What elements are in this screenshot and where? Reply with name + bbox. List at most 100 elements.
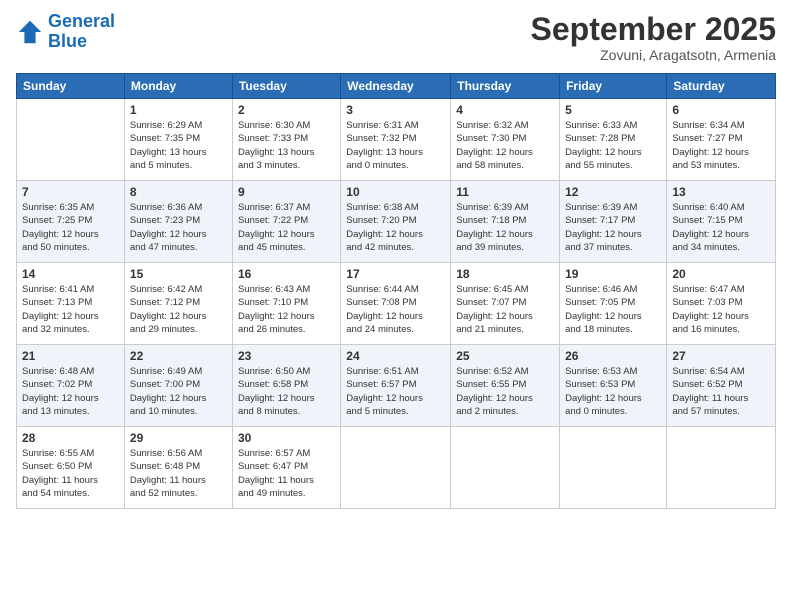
cell-date: 30 — [238, 431, 335, 445]
logo-icon — [16, 18, 44, 46]
page-container: General Blue September 2025 Zovuni, Arag… — [0, 0, 792, 517]
cell-info: Sunrise: 6:43 AM Sunset: 7:10 PM Dayligh… — [238, 283, 335, 336]
cell-date: 12 — [565, 185, 661, 199]
calendar-cell — [667, 427, 776, 509]
cell-info: Sunrise: 6:35 AM Sunset: 7:25 PM Dayligh… — [22, 201, 119, 254]
cell-date: 13 — [672, 185, 770, 199]
calendar-cell: 23 Sunrise: 6:50 AM Sunset: 6:58 PM Dayli… — [232, 345, 340, 427]
cell-info: Sunrise: 6:36 AM Sunset: 7:23 PM Dayligh… — [130, 201, 227, 254]
calendar-cell: 1Sunrise: 6:29 AM Sunset: 7:35 PM Daylig… — [124, 99, 232, 181]
cell-date: 7 — [22, 185, 119, 199]
calendar-cell: 16Sunrise: 6:43 AM Sunset: 7:10 PM Dayli… — [232, 263, 340, 345]
calendar-week-row: 1Sunrise: 6:29 AM Sunset: 7:35 PM Daylig… — [17, 99, 776, 181]
calendar-cell: 30 Sunrise: 6:57 AM Sunset: 6:47 PM Dayli… — [232, 427, 340, 509]
cell-info: Sunrise: 6:55 AM Sunset: 6:50 PM Dayligh… — [22, 447, 119, 500]
cell-info: Sunrise: 6:39 AM Sunset: 7:17 PM Dayligh… — [565, 201, 661, 254]
cell-date: 29 — [130, 431, 227, 445]
cell-date: 23 — [238, 349, 335, 363]
calendar-cell: 15 Sunrise: 6:42 AM Sunset: 7:12 PM Dayli… — [124, 263, 232, 345]
cell-info: Sunrise: 6:50 AM Sunset: 6:58 PM Dayligh… — [238, 365, 335, 418]
cell-info: Sunrise: 6:31 AM Sunset: 7:32 PM Dayligh… — [346, 119, 445, 172]
calendar-cell: 10Sunrise: 6:38 AM Sunset: 7:20 PM Dayli… — [341, 181, 451, 263]
cell-info: Sunrise: 6:49 AM Sunset: 7:00 PM Dayligh… — [130, 365, 227, 418]
calendar-cell: 4 Sunrise: 6:32 AM Sunset: 7:30 PM Daylig… — [451, 99, 560, 181]
cell-date: 9 — [238, 185, 335, 199]
cell-info: Sunrise: 6:32 AM Sunset: 7:30 PM Dayligh… — [456, 119, 554, 172]
cell-info: Sunrise: 6:46 AM Sunset: 7:05 PM Dayligh… — [565, 283, 661, 336]
cell-date: 21 — [22, 349, 119, 363]
calendar-cell: 22 Sunrise: 6:49 AM Sunset: 7:00 PM Dayli… — [124, 345, 232, 427]
cell-date: 18 — [456, 267, 554, 281]
calendar-cell: 20Sunrise: 6:47 AM Sunset: 7:03 PM Dayli… — [667, 263, 776, 345]
cell-date: 15 — [130, 267, 227, 281]
calendar-header-saturday: Saturday — [667, 74, 776, 99]
calendar-header-thursday: Thursday — [451, 74, 560, 99]
cell-info: Sunrise: 6:34 AM Sunset: 7:27 PM Dayligh… — [672, 119, 770, 172]
calendar-cell: 28Sunrise: 6:55 AM Sunset: 6:50 PM Dayli… — [17, 427, 125, 509]
calendar-cell: 9 Sunrise: 6:37 AM Sunset: 7:22 PM Daylig… — [232, 181, 340, 263]
logo-text: General Blue — [48, 12, 115, 52]
calendar-cell: 7 Sunrise: 6:35 AM Sunset: 7:25 PM Daylig… — [17, 181, 125, 263]
calendar-cell: 18 Sunrise: 6:45 AM Sunset: 7:07 PM Dayli… — [451, 263, 560, 345]
cell-info: Sunrise: 6:52 AM Sunset: 6:55 PM Dayligh… — [456, 365, 554, 418]
calendar-cell — [341, 427, 451, 509]
cell-date: 24 — [346, 349, 445, 363]
cell-date: 17 — [346, 267, 445, 281]
calendar-cell: 8 Sunrise: 6:36 AM Sunset: 7:23 PM Daylig… — [124, 181, 232, 263]
cell-info: Sunrise: 6:54 AM Sunset: 6:52 PM Dayligh… — [672, 365, 770, 418]
calendar-cell: 3 Sunrise: 6:31 AM Sunset: 7:32 PM Daylig… — [341, 99, 451, 181]
cell-info: Sunrise: 6:40 AM Sunset: 7:15 PM Dayligh… — [672, 201, 770, 254]
cell-info: Sunrise: 6:57 AM Sunset: 6:47 PM Dayligh… — [238, 447, 335, 500]
calendar-body: 1Sunrise: 6:29 AM Sunset: 7:35 PM Daylig… — [17, 99, 776, 509]
calendar-cell: 17Sunrise: 6:44 AM Sunset: 7:08 PM Dayli… — [341, 263, 451, 345]
title-block: September 2025 Zovuni, Aragatsotn, Armen… — [531, 12, 776, 63]
cell-date: 4 — [456, 103, 554, 117]
logo: General Blue — [16, 12, 115, 52]
calendar-cell — [560, 427, 667, 509]
cell-date: 20 — [672, 267, 770, 281]
cell-info: Sunrise: 6:33 AM Sunset: 7:28 PM Dayligh… — [565, 119, 661, 172]
cell-date: 22 — [130, 349, 227, 363]
cell-info: Sunrise: 6:39 AM Sunset: 7:18 PM Dayligh… — [456, 201, 554, 254]
calendar-cell: 27 Sunrise: 6:54 AM Sunset: 6:52 PM Dayli… — [667, 345, 776, 427]
cell-date: 8 — [130, 185, 227, 199]
cell-date: 11 — [456, 185, 554, 199]
calendar-header-friday: Friday — [560, 74, 667, 99]
header: General Blue September 2025 Zovuni, Arag… — [16, 12, 776, 63]
calendar-cell: 29 Sunrise: 6:56 AM Sunset: 6:48 PM Dayli… — [124, 427, 232, 509]
calendar-cell: 24 Sunrise: 6:51 AM Sunset: 6:57 PM Dayli… — [341, 345, 451, 427]
cell-date: 3 — [346, 103, 445, 117]
cell-info: Sunrise: 6:48 AM Sunset: 7:02 PM Dayligh… — [22, 365, 119, 418]
calendar-cell: 14 Sunrise: 6:41 AM Sunset: 7:13 PM Dayli… — [17, 263, 125, 345]
cell-date: 5 — [565, 103, 661, 117]
cell-info: Sunrise: 6:53 AM Sunset: 6:53 PM Dayligh… — [565, 365, 661, 418]
cell-info: Sunrise: 6:42 AM Sunset: 7:12 PM Dayligh… — [130, 283, 227, 336]
calendar-cell: 6 Sunrise: 6:34 AM Sunset: 7:27 PM Daylig… — [667, 99, 776, 181]
cell-date: 19 — [565, 267, 661, 281]
calendar-cell: 2 Sunrise: 6:30 AM Sunset: 7:33 PM Daylig… — [232, 99, 340, 181]
calendar-week-row: 7 Sunrise: 6:35 AM Sunset: 7:25 PM Daylig… — [17, 181, 776, 263]
cell-info: Sunrise: 6:41 AM Sunset: 7:13 PM Dayligh… — [22, 283, 119, 336]
cell-info: Sunrise: 6:51 AM Sunset: 6:57 PM Dayligh… — [346, 365, 445, 418]
cell-date: 14 — [22, 267, 119, 281]
cell-date: 27 — [672, 349, 770, 363]
cell-info: Sunrise: 6:30 AM Sunset: 7:33 PM Dayligh… — [238, 119, 335, 172]
calendar-week-row: 14 Sunrise: 6:41 AM Sunset: 7:13 PM Dayli… — [17, 263, 776, 345]
calendar-header-tuesday: Tuesday — [232, 74, 340, 99]
calendar-cell: 25Sunrise: 6:52 AM Sunset: 6:55 PM Dayli… — [451, 345, 560, 427]
month-title: September 2025 — [531, 12, 776, 47]
calendar-cell: 5 Sunrise: 6:33 AM Sunset: 7:28 PM Daylig… — [560, 99, 667, 181]
calendar-cell: 12 Sunrise: 6:39 AM Sunset: 7:17 PM Dayli… — [560, 181, 667, 263]
calendar-header-sunday: Sunday — [17, 74, 125, 99]
cell-date: 26 — [565, 349, 661, 363]
cell-info: Sunrise: 6:37 AM Sunset: 7:22 PM Dayligh… — [238, 201, 335, 254]
cell-date: 1 — [130, 103, 227, 117]
cell-date: 2 — [238, 103, 335, 117]
calendar-header-monday: Monday — [124, 74, 232, 99]
cell-info: Sunrise: 6:38 AM Sunset: 7:20 PM Dayligh… — [346, 201, 445, 254]
cell-info: Sunrise: 6:45 AM Sunset: 7:07 PM Dayligh… — [456, 283, 554, 336]
calendar-week-row: 21 Sunrise: 6:48 AM Sunset: 7:02 PM Dayli… — [17, 345, 776, 427]
cell-info: Sunrise: 6:56 AM Sunset: 6:48 PM Dayligh… — [130, 447, 227, 500]
calendar-table: SundayMondayTuesdayWednesdayThursdayFrid… — [16, 73, 776, 509]
cell-date: 6 — [672, 103, 770, 117]
